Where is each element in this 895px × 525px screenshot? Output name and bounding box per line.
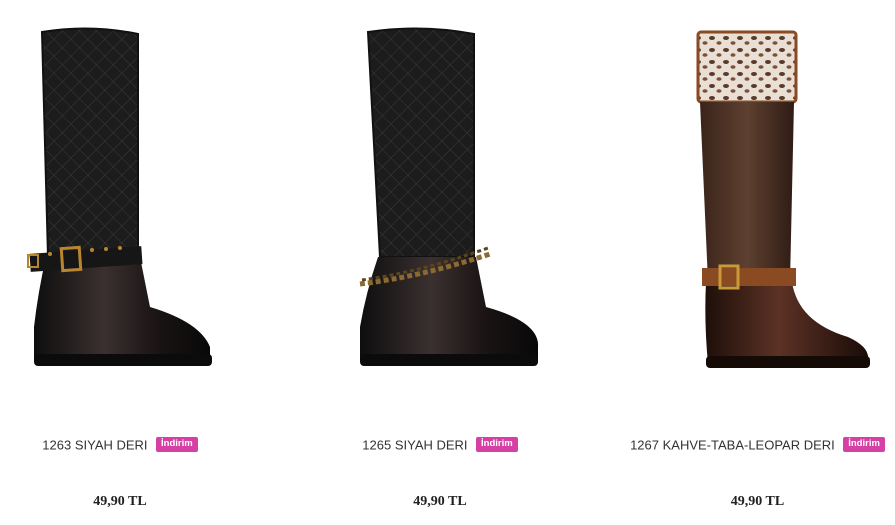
product-price: 49,90 TL	[730, 494, 785, 509]
product-name[interactable]: 1267 KAHVE-TABA-LEOPAR DERI	[630, 437, 835, 452]
product-title-row: 1263 SIYAH DERI İndirim	[0, 436, 240, 454]
product-card[interactable]: 1267 KAHVE-TABA-LEOPAR DERI İndirim 49,9…	[620, 0, 895, 525]
product-price: 49,90 TL	[93, 494, 147, 509]
product-price: 49,90 TL	[413, 494, 467, 509]
discount-badge: İndirim	[156, 437, 198, 453]
discount-badge: İndirim	[476, 437, 518, 453]
product-title-row: 1265 SIYAH DERI İndirim	[300, 436, 580, 454]
product-name[interactable]: 1265 SIYAH DERI	[362, 437, 467, 452]
product-card[interactable]: 1263 SIYAH DERI İndirim 49,90 TL	[0, 0, 240, 525]
product-image[interactable]	[300, 22, 580, 382]
boot-image-black-buckle	[27, 27, 212, 366]
product-card[interactable]: 1265 SIYAH DERI İndirim 49,90 TL	[300, 0, 580, 525]
boot-image-black-chain	[359, 27, 539, 366]
product-image[interactable]	[0, 22, 240, 382]
boot-image-brown-leopard	[696, 30, 870, 368]
discount-badge: İndirim	[843, 437, 885, 453]
product-title-row: 1267 KAHVE-TABA-LEOPAR DERI İndirim	[620, 436, 895, 454]
product-name[interactable]: 1263 SIYAH DERI	[42, 437, 147, 452]
product-image[interactable]	[620, 22, 895, 382]
